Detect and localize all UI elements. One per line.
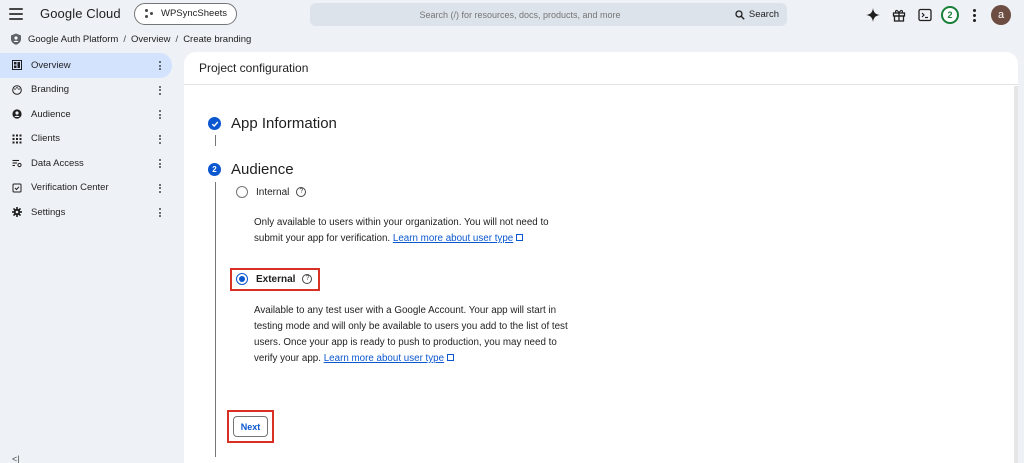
item-menu-icon[interactable] (159, 159, 162, 168)
top-actions: 2 a (863, 4, 1011, 26)
sidebar-item-label: Overview (31, 59, 71, 71)
step-title: Audience (231, 161, 294, 178)
check-circle-icon (208, 117, 221, 130)
sidebar-item-label: Settings (31, 206, 66, 218)
gemini-sparkle-icon[interactable] (863, 5, 883, 25)
sidebar-item-label: Audience (31, 108, 71, 120)
shield-icon (11, 33, 21, 45)
more-options-icon[interactable] (969, 8, 979, 23)
radio-external[interactable]: External ? (236, 273, 313, 285)
person-icon (12, 109, 22, 119)
scrollbar[interactable] (1014, 86, 1018, 463)
cloud-shell-terminal-icon[interactable] (915, 5, 935, 25)
sidebar-item-branding[interactable]: Branding (0, 78, 172, 103)
radio-button-selected[interactable] (236, 273, 248, 285)
item-menu-icon[interactable] (159, 110, 162, 119)
external-link-icon (447, 354, 455, 361)
item-menu-icon[interactable] (159, 183, 162, 193)
step-app-information[interactable]: App Information (208, 115, 337, 132)
stepper-connector (215, 182, 216, 457)
radio-internal[interactable]: Internal ? (236, 186, 307, 198)
internal-description: Only available to users within your orga… (254, 215, 574, 247)
breadcrumb-separator: / (175, 33, 179, 45)
item-menu-icon[interactable] (159, 134, 162, 144)
search-bar: Search (310, 3, 787, 26)
breadcrumb: Google Auth Platform / Overview / Create… (10, 32, 251, 46)
breadcrumb-overview[interactable]: Overview (131, 34, 171, 45)
learn-more-link[interactable]: Learn more about user type (324, 353, 444, 364)
checklist-icon (12, 183, 22, 193)
gift-icon[interactable] (889, 5, 909, 25)
learn-more-link[interactable]: Learn more about user type (393, 233, 513, 244)
step-audience: 2 Audience (208, 161, 294, 178)
item-menu-icon[interactable] (159, 61, 162, 70)
sidebar-item-settings[interactable]: Settings (0, 200, 172, 225)
sidebar-item-overview[interactable]: Overview (0, 53, 172, 78)
highlight-annotation: Next (227, 410, 274, 443)
radio-label: External (256, 273, 296, 285)
sidebar-item-data-access[interactable]: Data Access (0, 151, 172, 176)
item-menu-icon[interactable] (159, 85, 162, 95)
main-panel: Project configuration App Information 2 … (184, 52, 1018, 463)
next-button[interactable]: Next (233, 416, 268, 437)
help-icon[interactable]: ? (296, 187, 307, 197)
sidebar-item-label: Branding (31, 84, 70, 96)
collapse-sidebar-button[interactable]: <| (12, 454, 20, 463)
step-number: 2 (208, 163, 221, 176)
search-input[interactable] (310, 3, 710, 26)
sidebar-item-verification-center[interactable]: Verification Center (0, 176, 172, 201)
help-icon[interactable]: ? (302, 274, 313, 284)
project-name: WPSyncSheets (161, 8, 227, 19)
breadcrumb-root[interactable]: Google Auth Platform (28, 34, 118, 45)
search-button[interactable]: Search (735, 7, 779, 22)
project-picker-button[interactable]: WPSyncSheets (134, 3, 237, 25)
breadcrumb-separator: / (123, 33, 126, 45)
panel-title: Project configuration (184, 52, 1018, 85)
radio-button[interactable] (236, 186, 248, 198)
dashboard-icon (12, 60, 22, 71)
palette-icon (12, 84, 22, 95)
top-bar: Google Cloud WPSyncSheets Search 2 a (0, 0, 1024, 30)
sidebar-item-label: Clients (31, 133, 61, 145)
sidebar-item-label: Data Access (31, 157, 84, 169)
sidebar-item-audience[interactable]: Audience (0, 102, 172, 127)
account-avatar[interactable]: a (991, 5, 1011, 25)
google-cloud-logo[interactable]: Google Cloud (40, 6, 121, 21)
grid-icon (12, 134, 22, 144)
sidebar-nav: Overview Branding Audience Clients Data … (0, 53, 172, 225)
step-title: App Information (231, 115, 337, 132)
search-icon (735, 9, 745, 20)
notifications-badge[interactable]: 2 (941, 6, 959, 24)
breadcrumb-current: Create branding (183, 33, 252, 45)
item-menu-icon[interactable] (159, 208, 162, 217)
filter-list-icon (12, 158, 22, 168)
external-description: Available to any test user with a Google… (254, 303, 574, 367)
sidebar-item-label: Verification Center (31, 182, 109, 194)
gear-icon (12, 207, 22, 218)
radio-label: Internal (256, 186, 290, 198)
hamburger-menu-icon[interactable] (9, 8, 23, 20)
project-dots-icon (145, 9, 157, 19)
external-link-icon (516, 234, 524, 241)
search-button-label: Search (748, 9, 779, 20)
stepper-connector (215, 135, 216, 146)
sidebar-item-clients[interactable]: Clients (0, 127, 172, 152)
